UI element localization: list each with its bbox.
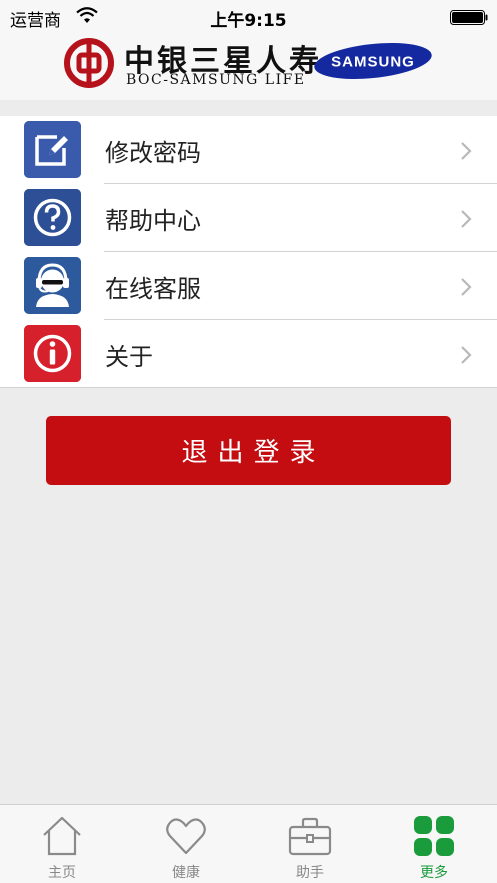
divider [0, 387, 497, 388]
briefcase-icon [288, 817, 332, 856]
tab-health[interactable]: 健康 [124, 805, 248, 883]
tab-assistant[interactable]: 助手 [248, 805, 372, 883]
help-icon [24, 189, 81, 246]
customer-service-icon [24, 257, 81, 314]
chevron-right-icon [461, 346, 472, 364]
header-gap [0, 100, 497, 116]
tab-more[interactable]: 更多 [372, 805, 496, 883]
menu-item-label: 帮助中心 [105, 207, 201, 235]
menu-item-online-service[interactable]: 在线客服 [0, 252, 497, 320]
status-time: 上午9:15 [210, 11, 287, 31]
brand-header: 中银三星人寿 BOC-SAMSUNG LIFE SAMSUNG [0, 34, 497, 100]
home-icon [43, 816, 81, 856]
chevron-right-icon [461, 142, 472, 160]
battery-icon [450, 10, 488, 25]
edit-icon [24, 121, 81, 178]
boc-logo-icon [64, 38, 114, 88]
samsung-logo-icon: SAMSUNG [314, 43, 432, 79]
menu-item-label: 修改密码 [105, 139, 201, 167]
tab-home[interactable]: 主页 [0, 805, 124, 883]
tab-label: 更多 [420, 865, 448, 881]
tab-bar: 主页 健康 助手 更多 [0, 804, 497, 883]
tab-label: 健康 [172, 865, 200, 881]
info-icon [24, 325, 81, 382]
brand-name-en: BOC-SAMSUNG LIFE [126, 72, 306, 88]
menu-item-label: 在线客服 [105, 275, 201, 303]
grid-icon [414, 816, 454, 856]
menu-item-label: 关于 [105, 343, 153, 371]
tab-label: 助手 [296, 865, 324, 881]
samsung-logo-text: SAMSUNG [331, 54, 415, 71]
tab-label: 主页 [48, 865, 76, 881]
logout-button[interactable]: 退出登录 [46, 416, 451, 485]
heart-icon [166, 818, 206, 855]
menu-item-change-password[interactable]: 修改密码 [0, 116, 497, 184]
menu-item-help-center[interactable]: 帮助中心 [0, 184, 497, 252]
settings-menu: 修改密码 帮助中心 在线客服 关于 [0, 116, 497, 388]
status-bar: 运营商 上午9:15 [0, 0, 497, 34]
chevron-right-icon [461, 278, 472, 296]
menu-item-about[interactable]: 关于 [0, 320, 497, 388]
chevron-right-icon [461, 210, 472, 228]
